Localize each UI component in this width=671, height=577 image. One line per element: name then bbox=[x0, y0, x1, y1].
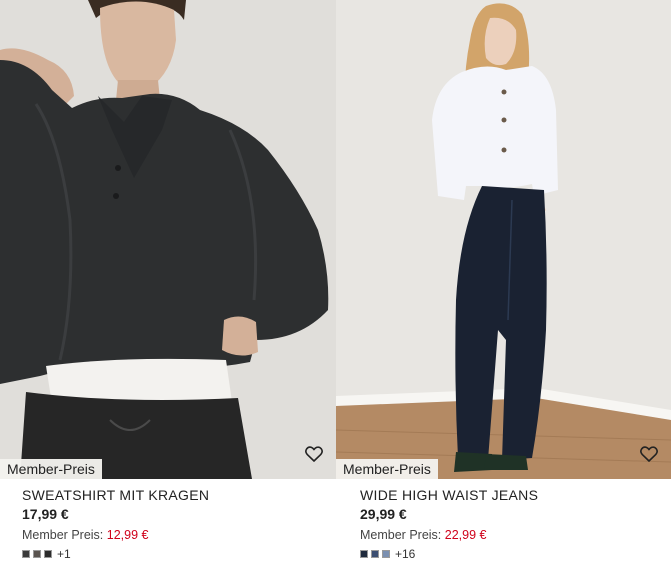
color-swatches: +1 bbox=[22, 547, 328, 561]
product-info: WIDE HIGH WAIST JEANS 29,99 € Member Pre… bbox=[360, 487, 663, 561]
product-image-jeans[interactable] bbox=[336, 0, 671, 479]
color-swatch[interactable] bbox=[382, 550, 390, 558]
member-price-badge: Member-Preis bbox=[336, 459, 438, 479]
product-card-jeans[interactable]: Member-Preis WIDE HIGH WAIST JEANS 29,99… bbox=[336, 0, 671, 577]
member-price-value: 12,99 € bbox=[106, 528, 149, 542]
color-swatches: +16 bbox=[360, 547, 663, 561]
member-price-value: 22,99 € bbox=[444, 528, 487, 542]
member-price-label: Member Preis: bbox=[22, 528, 104, 542]
favorite-button[interactable] bbox=[639, 444, 659, 464]
model-photo-jeans bbox=[336, 0, 671, 479]
model-photo-sweatshirt bbox=[0, 0, 336, 479]
product-price: 17,99 € bbox=[22, 506, 69, 522]
product-info: SWEATSHIRT MIT KRAGEN 17,99 € Member Pre… bbox=[22, 487, 328, 561]
heart-outline-icon bbox=[305, 446, 323, 462]
color-swatch[interactable] bbox=[371, 550, 379, 558]
favorite-button[interactable] bbox=[304, 444, 324, 464]
color-swatch[interactable] bbox=[360, 550, 368, 558]
product-title[interactable]: SWEATSHIRT MIT KRAGEN bbox=[22, 487, 328, 504]
color-swatch[interactable] bbox=[44, 550, 52, 558]
product-title[interactable]: WIDE HIGH WAIST JEANS bbox=[360, 487, 663, 504]
member-price-badge: Member-Preis bbox=[0, 459, 102, 479]
heart-outline-icon bbox=[640, 446, 658, 462]
product-grid: Member-Preis SWEATSHIRT MIT KRAGEN 17,99… bbox=[0, 0, 671, 577]
member-price-line: Member Preis: 12,99 € bbox=[22, 527, 328, 543]
member-price-line: Member Preis: 22,99 € bbox=[360, 527, 663, 543]
more-colors-count[interactable]: +1 bbox=[57, 547, 71, 561]
more-colors-count[interactable]: +16 bbox=[395, 547, 415, 561]
product-price: 29,99 € bbox=[360, 506, 407, 522]
product-card-sweatshirt[interactable]: Member-Preis SWEATSHIRT MIT KRAGEN 17,99… bbox=[0, 0, 336, 577]
color-swatch[interactable] bbox=[33, 550, 41, 558]
color-swatch[interactable] bbox=[22, 550, 30, 558]
product-image-sweatshirt[interactable] bbox=[0, 0, 336, 479]
member-price-label: Member Preis: bbox=[360, 528, 442, 542]
